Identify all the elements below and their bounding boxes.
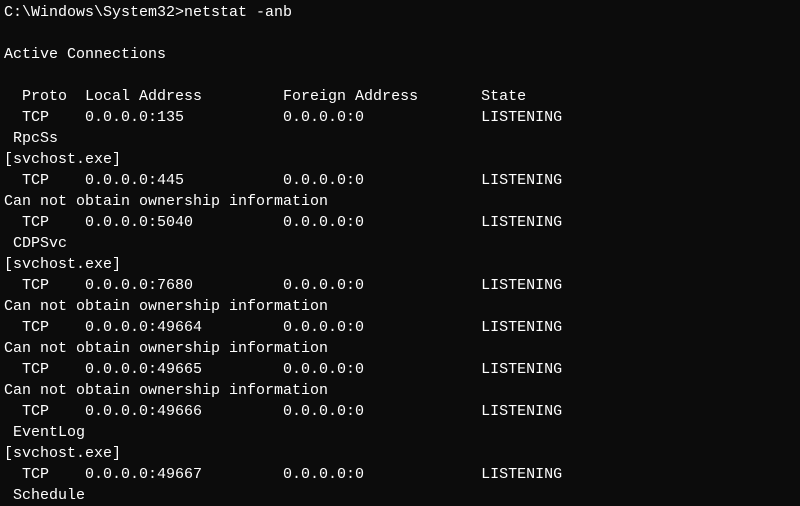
command-prompt-line: C:\Windows\System32>netstat -anb xyxy=(0,2,800,23)
connection-row: TCP 0.0.0.0:49667 0.0.0.0:0 LISTENING xyxy=(0,464,800,485)
connection-row: TCP 0.0.0.0:49664 0.0.0.0:0 LISTENING xyxy=(0,317,800,338)
owner-line: [svchost.exe] xyxy=(0,149,800,170)
prompt-text: C:\Windows\System32> xyxy=(4,4,184,21)
command-text: netstat -anb xyxy=(184,4,292,21)
connections-title: Active Connections xyxy=(0,44,800,65)
owner-line: CDPSvc xyxy=(0,233,800,254)
owner-line: [svchost.exe] xyxy=(0,443,800,464)
owner-line: Can not obtain ownership information xyxy=(0,191,800,212)
connection-row: TCP 0.0.0.0:445 0.0.0.0:0 LISTENING xyxy=(0,170,800,191)
owner-line: RpcSs xyxy=(0,128,800,149)
owner-line: Can not obtain ownership information xyxy=(0,338,800,359)
connection-row: TCP 0.0.0.0:5040 0.0.0.0:0 LISTENING xyxy=(0,212,800,233)
connection-row: TCP 0.0.0.0:7680 0.0.0.0:0 LISTENING xyxy=(0,275,800,296)
header-row: Proto Local Address Foreign Address Stat… xyxy=(0,86,800,107)
owner-line: Schedule xyxy=(0,485,800,506)
owner-line: [svchost.exe] xyxy=(0,254,800,275)
owner-line: Can not obtain ownership information xyxy=(0,296,800,317)
owner-line: Can not obtain ownership information xyxy=(0,380,800,401)
connection-row: TCP 0.0.0.0:135 0.0.0.0:0 LISTENING xyxy=(0,107,800,128)
blank-line xyxy=(0,23,800,44)
connection-row: TCP 0.0.0.0:49666 0.0.0.0:0 LISTENING xyxy=(0,401,800,422)
owner-line: EventLog xyxy=(0,422,800,443)
entries-container: TCP 0.0.0.0:135 0.0.0.0:0 LISTENING RpcS… xyxy=(0,107,800,506)
connection-row: TCP 0.0.0.0:49665 0.0.0.0:0 LISTENING xyxy=(0,359,800,380)
terminal-output[interactable]: C:\Windows\System32>netstat -anb Active … xyxy=(0,2,800,506)
blank-line xyxy=(0,65,800,86)
